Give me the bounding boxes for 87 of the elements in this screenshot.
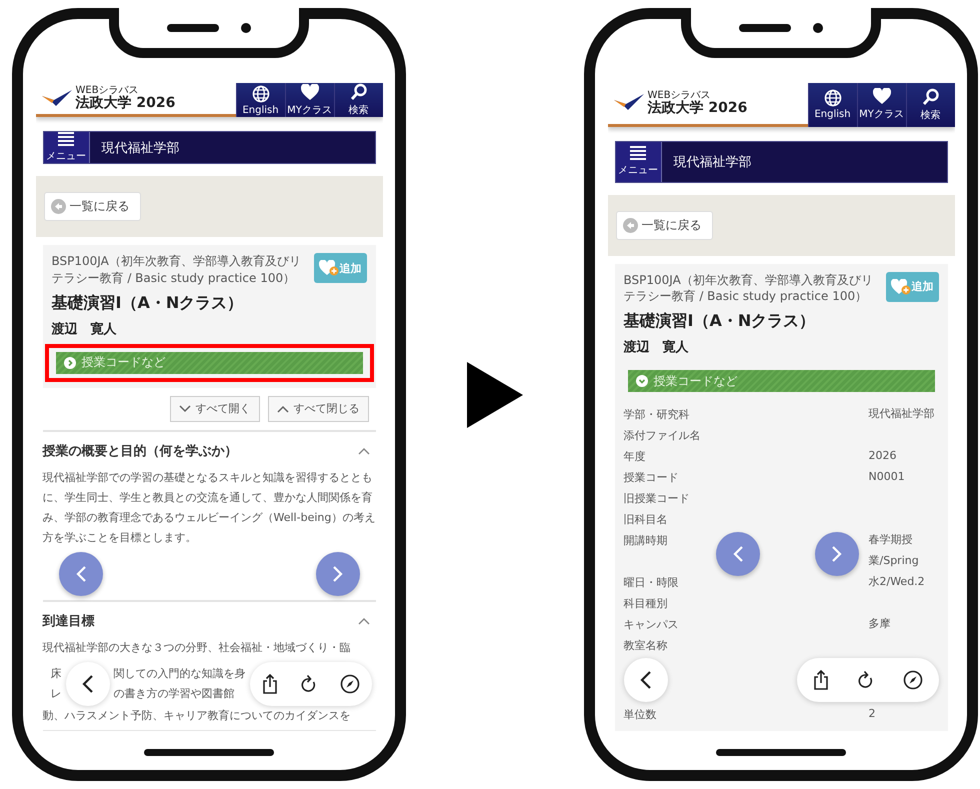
heart-icon (300, 84, 318, 100)
expand-all-button[interactable]: すべて開く (170, 396, 260, 422)
globe-icon (252, 84, 270, 102)
detail-label: 科目種別 (624, 596, 668, 612)
header-nav-button[interactable]: 検索 (334, 83, 382, 117)
course-title: 基礎演習Ⅰ（A・Nクラス） (52, 292, 244, 314)
section-text: 動、ハラスメント予防、キャリア教育についてのカイダンスを (42, 708, 352, 724)
instructor-name: 渡辺 寛人 (52, 320, 118, 338)
right-arrow-icon (467, 362, 523, 428)
menu-button[interactable]: メニュー (616, 142, 662, 182)
detail-label: 旧授業コード (624, 491, 690, 508)
chevron-left-icon (732, 545, 744, 564)
detail-label: 教室名称 (624, 638, 668, 654)
header-nav-button[interactable]: 検索 (906, 83, 954, 127)
back-to-list-button[interactable]: 一覧に戻る (44, 192, 140, 221)
section-header[interactable]: 到達目標 (42, 602, 376, 638)
detail-value: 水2/Wed.2 (868, 574, 926, 590)
search-icon (350, 83, 368, 101)
browser-back-button[interactable] (66, 662, 110, 706)
detail-value: 2026 (868, 448, 898, 464)
detail-value: 現代福祉学部 (868, 406, 936, 422)
instructor-name: 渡辺 寛人 (624, 338, 690, 356)
share-icon[interactable] (812, 670, 828, 690)
menu-icon (58, 132, 74, 146)
detail-label: 旧科目名 (624, 512, 668, 528)
text-fragment: 床 (50, 666, 62, 682)
chevron-down-icon (178, 404, 190, 413)
detail-value: 春学期授業/Spring (868, 532, 920, 570)
heart-plus-icon (890, 278, 910, 295)
swoosh-logo-icon (42, 90, 72, 108)
detail-label: 授業コード (624, 470, 678, 486)
heart-icon (872, 88, 890, 106)
site-subtitle: WEBシラバス (648, 90, 712, 102)
site-title: 法政大学 2026 (648, 101, 748, 117)
detail-value: 多摩 (868, 616, 892, 632)
swoosh-logo-icon (614, 94, 644, 112)
previous-page-button[interactable] (716, 532, 760, 576)
globe-icon (824, 89, 842, 108)
compass-icon[interactable] (902, 670, 922, 690)
text-fragment: レ (50, 686, 62, 702)
section-header[interactable]: 授業の概要と目的（何を学ぶか） (42, 432, 376, 468)
menu-icon (630, 146, 646, 160)
header-nav-button[interactable]: MYクラス (284, 83, 334, 117)
detail-label: 添付ファイル名 (624, 428, 700, 444)
reload-icon[interactable] (856, 670, 874, 690)
detail-label: 年度 (624, 449, 646, 466)
header-nav-button[interactable]: MYクラス (856, 83, 906, 127)
chevron-right-icon (830, 545, 842, 564)
detail-label: 曜日・時限 (624, 575, 678, 591)
faculty-title: 現代福祉学部 (102, 140, 180, 156)
detail-label: 単位数 (624, 707, 656, 723)
search-icon (922, 88, 940, 106)
detail-label: キャンパス (624, 617, 678, 633)
chevron-up-icon (358, 446, 370, 455)
site-title: 法政大学 2026 (76, 96, 176, 112)
text-fragment: 関しての入門的な知識を身 (114, 666, 246, 682)
next-page-button[interactable] (316, 552, 360, 596)
text-fragment: の書き方の学習や図書館 (114, 686, 236, 702)
site-subtitle: WEBシラバス (76, 85, 140, 96)
next-page-button[interactable] (814, 532, 858, 576)
faculty-title: 現代福祉学部 (674, 154, 752, 171)
heart-plus-icon (318, 260, 338, 276)
course-title: 基礎演習Ⅰ（A・Nクラス） (624, 311, 816, 332)
chevron-up-icon (276, 404, 288, 413)
section-text: 現代福祉学部での学習の基礎となるスキルと知識を習得するとともに、学生同士、学生と教員との交流を通して、豊かな人間関係を育み、学部の教育理念であるウェルビーイング（Well-being）の考え方を学ぶことを目標とします。 (42, 470, 376, 546)
chevron-right-icon (332, 564, 344, 583)
chevron-left-icon (640, 670, 652, 690)
course-code: BSP100JA（初年次教育、学部導入教育及びリテラシー教育 / Basic study practice 100） (624, 272, 874, 306)
collapse-all-button[interactable]: すべて閉じる (268, 396, 368, 422)
back-to-list-button[interactable]: 一覧に戻る (616, 210, 712, 240)
chevron-left-icon (82, 674, 94, 694)
previous-page-button[interactable] (58, 552, 102, 596)
compass-icon[interactable] (340, 674, 360, 694)
reload-icon[interactable] (300, 674, 318, 694)
share-icon[interactable] (262, 674, 278, 694)
header-nav-button[interactable]: English (236, 83, 284, 117)
section-text: 現代福祉学部の大きな３つの分野、社会福祉・地域づくり・臨 (42, 640, 352, 656)
detail-label: 開講時期 (624, 533, 668, 550)
course-code: BSP100JA（初年次教育、学部導入教育及びリテラシー教育 / Basic study practice 100） (52, 253, 302, 287)
menu-button[interactable]: メニュー (44, 132, 90, 163)
chevron-left-icon (74, 564, 86, 583)
detail-value: 2 (868, 706, 876, 722)
chevron-up-icon (358, 616, 370, 625)
detail-value: N0001 (868, 469, 906, 486)
header-nav-button[interactable]: English (808, 83, 856, 127)
detail-label: 学部・研究科 (624, 407, 690, 424)
browser-back-button[interactable] (624, 658, 668, 702)
